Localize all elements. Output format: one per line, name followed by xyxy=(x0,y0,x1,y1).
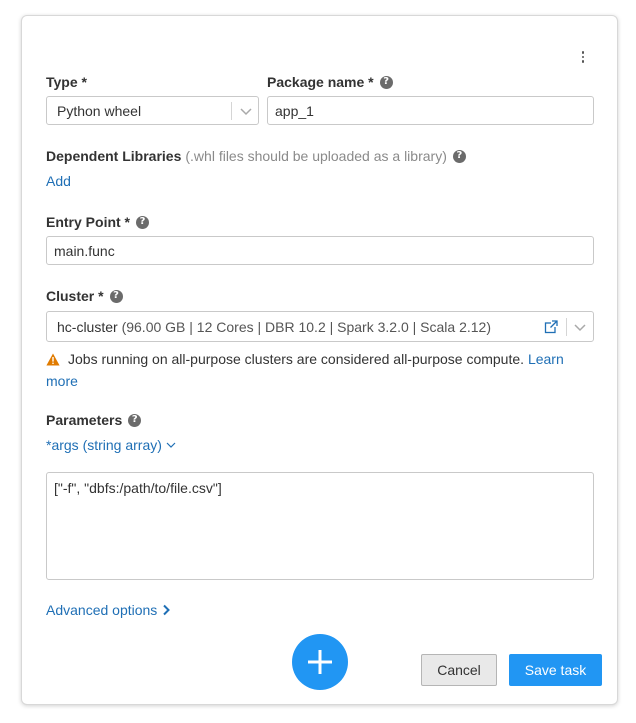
entry-point-field[interactable] xyxy=(54,242,593,259)
add-library-link[interactable]: Add xyxy=(46,173,71,189)
package-name-label-text: Package name * xyxy=(267,74,374,90)
type-select[interactable]: Python wheel xyxy=(46,96,259,125)
question-circle-icon[interactable]: ? xyxy=(128,413,142,427)
entry-point-label: Entry Point * ? xyxy=(46,214,150,230)
chevron-down-icon xyxy=(574,324,586,332)
dependent-libraries-label-text: Dependent Libraries xyxy=(46,148,182,164)
question-circle-icon[interactable]: ? xyxy=(136,215,150,229)
advanced-options-label: Advanced options xyxy=(46,602,158,618)
package-name-input[interactable] xyxy=(267,96,594,125)
dependent-libraries-hint: (.whl files should be uploaded as a libr… xyxy=(185,148,447,164)
more-vertical-icon[interactable] xyxy=(574,48,592,66)
parameters-label: Parameters ? xyxy=(46,412,142,428)
warning-triangle-icon xyxy=(46,353,60,366)
parameters-textarea[interactable]: ["-f", "dbfs:/path/to/file.csv"] xyxy=(46,472,594,580)
add-task-button[interactable] xyxy=(292,634,348,690)
type-select-value: Python wheel xyxy=(57,102,142,119)
chevron-down-icon xyxy=(240,108,252,116)
external-link-icon[interactable] xyxy=(544,320,558,334)
type-label: Type * xyxy=(46,74,87,90)
parameters-label-text: Parameters xyxy=(46,412,123,428)
cluster-warning: Jobs running on all-purpose clusters are… xyxy=(46,348,586,392)
cluster-warning-text: Jobs running on all-purpose clusters are… xyxy=(68,351,525,367)
cluster-select-value: hc-cluster (96.00 GB | 12 Cores | DBR 10… xyxy=(54,319,491,335)
args-mode-label: *args (string array) xyxy=(46,437,162,453)
entry-point-input[interactable] xyxy=(46,236,594,265)
chevron-down-icon xyxy=(166,442,176,448)
dependent-libraries-label: Dependent Libraries (.whl files should b… xyxy=(46,148,466,164)
cluster-details: (96.00 GB | 12 Cores | DBR 10.2 | Spark … xyxy=(117,318,491,335)
select-separator xyxy=(231,102,232,120)
save-task-button[interactable]: Save task xyxy=(509,654,602,686)
cluster-name: hc-cluster xyxy=(57,318,118,335)
plus-icon xyxy=(308,650,332,674)
chevron-right-icon xyxy=(163,604,171,616)
question-circle-icon[interactable]: ? xyxy=(109,289,123,303)
select-separator xyxy=(566,318,567,336)
entry-point-label-text: Entry Point * xyxy=(46,214,131,230)
type-label-text: Type * xyxy=(46,74,87,90)
question-circle-icon[interactable]: ? xyxy=(452,149,466,163)
cancel-button[interactable]: Cancel xyxy=(421,654,497,686)
package-name-label: Package name * ? xyxy=(267,74,393,90)
cluster-label-text: Cluster * xyxy=(46,288,104,304)
package-name-field[interactable] xyxy=(275,102,593,119)
cluster-select[interactable]: hc-cluster (96.00 GB | 12 Cores | DBR 10… xyxy=(46,311,594,342)
advanced-options-link[interactable]: Advanced options xyxy=(46,602,171,618)
parameters-value: ["-f", "dbfs:/path/to/file.csv"] xyxy=(54,480,222,496)
args-mode-dropdown[interactable]: *args (string array) xyxy=(46,437,176,453)
cluster-label: Cluster * ? xyxy=(46,288,123,304)
question-circle-icon[interactable]: ? xyxy=(379,75,393,89)
